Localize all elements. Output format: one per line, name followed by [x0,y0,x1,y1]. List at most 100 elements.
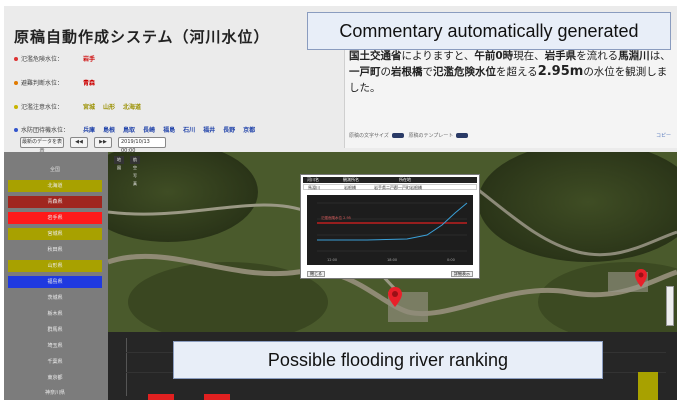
map-marker-icon[interactable] [387,286,403,308]
map-type-map[interactable]: 地図 [114,156,124,170]
sidebar-item[interactable]: 東京都 [8,372,102,384]
popup-col-location: 所在地 [399,177,411,182]
level-prefecture[interactable]: 長崎 [143,125,155,134]
water-level-chart: 氾濫危険水位 2.95 12:00 18:00 0:00 [307,195,473,265]
ranking-y-axis [126,338,127,396]
popup-row: 馬淵川 岩根橋 岩手県二戸郡一戸町岩根橋 [303,184,477,190]
level-prefecture[interactable]: 福井 [203,125,215,134]
sidebar-item-label: 秋田県 [47,247,63,253]
ranking-bar[interactable] [148,394,174,400]
sidebar-item[interactable]: 岩手県 [8,212,102,224]
sidebar-item[interactable]: 秋田県 [8,244,102,256]
prev-button[interactable]: ◀◀ [70,137,88,148]
sidebar-item[interactable]: 茨城県 [8,292,102,304]
commentary-fragment: を超える [496,66,538,78]
commentary-panel: 国土交通省によりますと、午前0時現在、岩手県を流れる馬淵川は、一戸町の岩根橋で氾… [344,40,677,148]
popup-location: 岩手県二戸郡一戸町岩根橋 [374,185,422,190]
sidebar-item[interactable]: 福島県 [8,276,102,288]
next-button[interactable]: ▶▶ [94,137,112,148]
sidebar-item-label: 宮城県 [47,231,63,237]
sidebar-item-label: 北海道 [47,183,63,189]
level-row-standby: 水防団待機水位： 兵庫 島根 鳥取 長崎 福島 石川 福井 長野 京都 [14,125,263,134]
map-type-satellite[interactable]: 航空写真 [130,156,140,186]
sidebar-item-label: 栃木県 [47,311,63,317]
sidebar-item-label: 全国 [49,167,60,173]
ranking-bar[interactable] [638,372,658,400]
commentary-fragment: を流れる [576,50,619,62]
app-screen: 原稿自動作成システム（河川水位） 氾濫危険水位： 岩手 避難判断水位： 青森 氾濫注… [4,6,677,400]
popup-station: 岩根橋 [344,185,356,190]
zoom-control[interactable] [666,286,674,326]
sidebar-item[interactable]: 青森県 [8,196,102,208]
ranking-bar[interactable] [204,394,230,400]
level-label: 避難判断水位： [21,80,64,87]
level-prefecture[interactable]: 鳥取 [123,125,135,134]
commentary-fragment: 国土交通省 [349,50,402,62]
copy-link[interactable]: コピー [656,132,671,139]
water-level-chart-svg [317,202,468,252]
app-title: 原稿自動作成システム（河川水位） [14,28,270,46]
x-tick: 12:00 [327,258,338,262]
sidebar-item[interactable]: 北海道 [8,180,102,192]
font-size-label: 原稿の文字サイズ [349,133,389,139]
level-row-danger: 氾濫危険水位： 岩手 [14,54,103,63]
danger-level-label: 氾濫危険水位 2.95 [321,216,351,220]
commentary-text[interactable]: 国土交通省によりますと、午前0時現在、岩手県を流れる馬淵川は、一戸町の岩根橋で氾… [349,48,675,96]
level-row-evacuation: 避難判断水位： 青森 [14,78,103,87]
sidebar-item[interactable]: 群馬県 [8,324,102,336]
popup-detail-button[interactable]: 詳細表示 [451,271,473,277]
level-prefecture[interactable]: 石川 [183,125,195,134]
datetime-field[interactable]: 2019/10/13 00:00 [118,137,166,154]
caution-dot-icon [14,105,18,109]
water-level-line [317,202,468,241]
level-prefecture[interactable]: 山形 [103,102,115,111]
level-prefecture[interactable]: 北海道 [123,102,141,111]
sidebar-item-label: 神奈川県 [44,390,65,396]
level-prefecture[interactable]: 兵庫 [83,125,95,134]
level-prefecture[interactable]: 青森 [83,78,95,87]
commentary-fragment: 馬淵川 [618,50,650,62]
level-prefecture[interactable]: 岩手 [83,54,95,63]
popup-close-button[interactable]: 閉じる [307,271,325,277]
level-prefecture[interactable]: 宮城 [83,102,95,111]
popup-col-station: 観測所名 [343,177,359,182]
level-label: 水防団待機水位： [21,127,70,134]
sidebar-item[interactable]: 神奈川県 [8,388,102,398]
commentary-fragment: 岩根橋 [391,66,423,78]
x-tick: 18:00 [387,258,398,262]
commentary-fragment: 現在、 [513,50,545,62]
commentary-fragment: の [380,66,392,78]
sidebar-item-label: 青森県 [47,199,63,205]
commentary-fragment: で [422,66,434,78]
level-prefecture[interactable]: 長野 [223,125,235,134]
popup-col-river: 河川名 [307,177,319,182]
popup-river: 馬淵川 [308,185,320,190]
sidebar-item[interactable]: 山形県 [8,260,102,272]
sidebar-item[interactable]: 宮城県 [8,228,102,240]
level-prefecture[interactable]: 島根 [103,125,115,134]
commentary-fragment: 2.95m [537,64,584,79]
template-toggle[interactable] [456,133,469,138]
sidebar-item[interactable]: 栃木県 [8,308,102,320]
level-prefecture[interactable]: 福島 [163,125,175,134]
map-marker-icon[interactable] [634,268,648,288]
commentary-fragment: によりますと、 [401,50,475,62]
font-size-toggle[interactable] [391,133,404,138]
prefecture-sidebar: 全国 北海道 青森県 岩手県 宮城県 秋田県 山形県 福島県 茨城県 栃木県 群… [4,152,108,400]
sidebar-item-label: 茨城県 [47,295,63,301]
level-prefecture[interactable]: 京都 [243,125,255,134]
level-label: 氾濫注意水位： [21,104,64,111]
danger-dot-icon [14,57,18,61]
sidebar-item-label: 埼玉県 [47,343,63,349]
sidebar-item-label: 福島県 [47,279,63,285]
level-row-caution: 氾濫注意水位： 宮城 山形 北海道 [14,102,149,111]
commentary-fragment: 氾濫危険水位 [433,66,496,78]
standby-dot-icon [14,128,18,132]
sidebar-item-label: 千葉県 [47,359,63,365]
sidebar-item[interactable]: 千葉県 [8,356,102,368]
sidebar-item[interactable]: 埼玉県 [8,340,102,352]
template-label: 原稿のテンプレート [408,133,454,139]
sidebar-item[interactable]: 全国 [8,164,102,176]
latest-data-button[interactable]: 最新のデータを表示 [20,137,64,154]
commentary-fragment: 午前0時 [474,50,514,62]
